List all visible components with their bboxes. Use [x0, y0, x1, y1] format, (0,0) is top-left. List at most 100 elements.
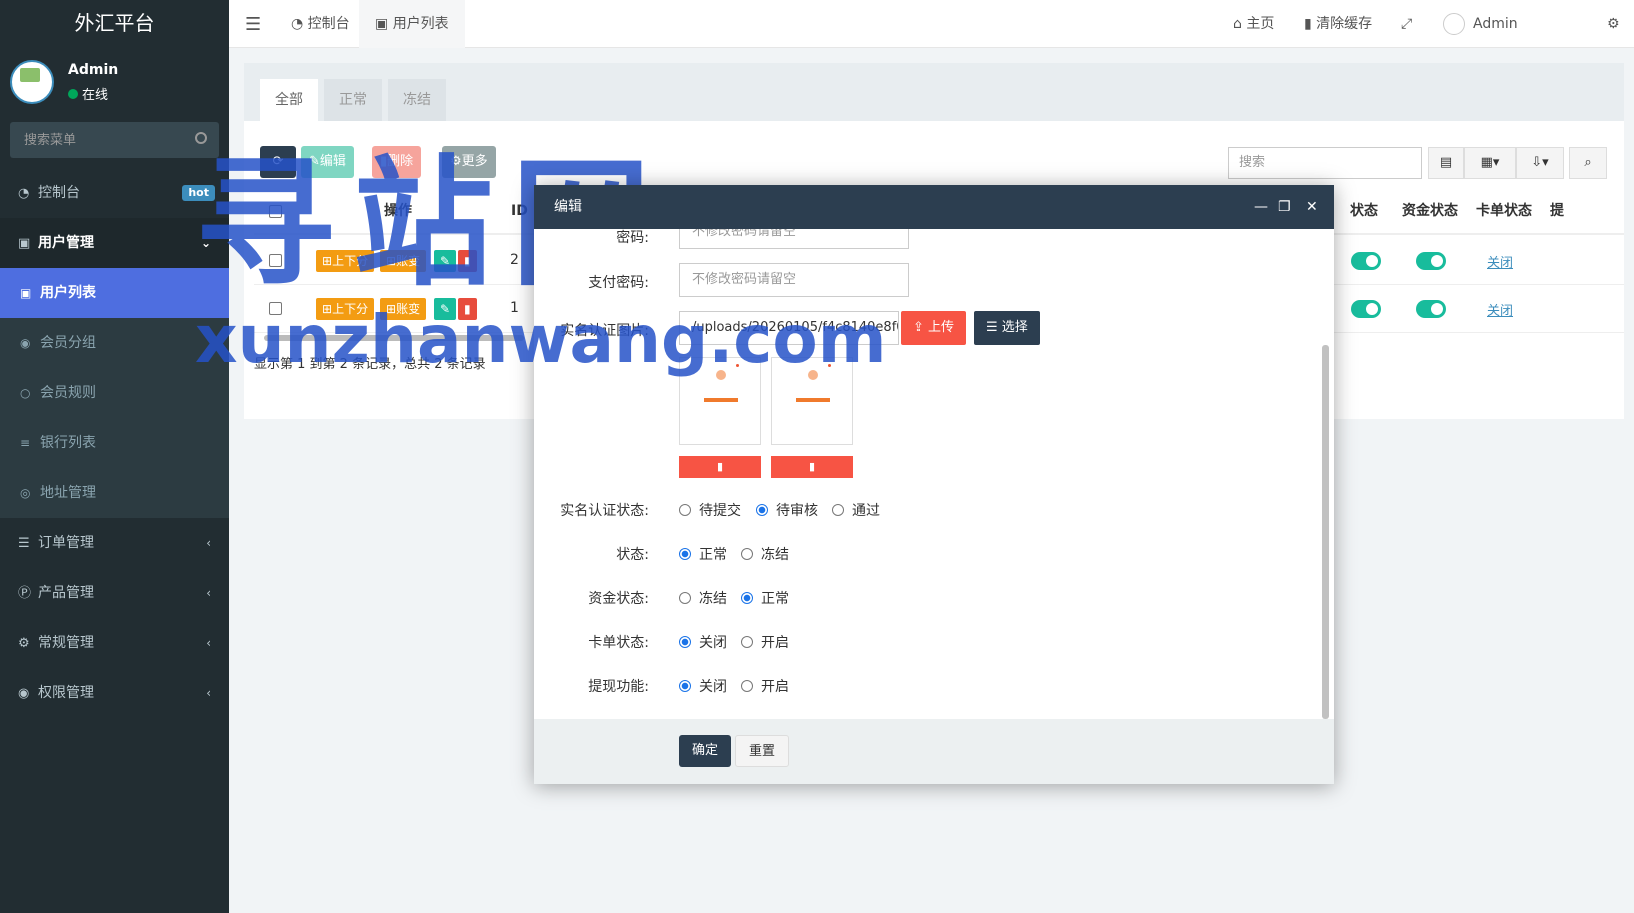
export-dropdown-icon[interactable]: ⇩▾	[1516, 147, 1564, 179]
user-submenu: ▣ 用户列表 ◉ 会员分组 ○ 会员规则 ≡ 银行列表 ◎ 地址管理	[0, 268, 229, 518]
tab-dashboard[interactable]: ◔ 控制台	[275, 0, 366, 48]
avatar	[10, 60, 54, 104]
sidebar-item-products[interactable]: Ⓟ 产品管理 ‹	[0, 568, 229, 618]
row-checkbox[interactable]	[269, 254, 282, 267]
upload-button[interactable]: ⇪ 上传	[901, 311, 967, 345]
sidebar-item-orders[interactable]: ☰ 订单管理 ‹	[0, 518, 229, 568]
minimize-icon[interactable]: —	[1254, 185, 1268, 229]
radio-fund-normal[interactable]: 正常	[741, 588, 789, 608]
radio-card-closed[interactable]: 关闭	[679, 632, 727, 652]
cogs-icon: ⚙	[18, 636, 30, 651]
id-image-label: 实名认证图片:	[560, 323, 649, 339]
group-icon: ◉	[18, 686, 30, 701]
edit-button[interactable]: ✎编辑	[301, 146, 354, 178]
card-status-label: 卡单状态:	[588, 635, 649, 651]
balance-log-button[interactable]: ⊞账变	[380, 250, 427, 272]
fullscreen-icon[interactable]: ⤢	[1401, 0, 1412, 48]
trash-icon: ▮	[464, 302, 471, 316]
tab-all[interactable]: 全部	[260, 79, 318, 121]
menu-toggle-icon[interactable]: ☰	[245, 14, 261, 35]
delete-row-button[interactable]: ▮	[458, 250, 477, 272]
select-all-checkbox[interactable]	[269, 205, 282, 218]
adjust-balance-button[interactable]: ⊞上下分	[316, 298, 375, 320]
sidebar-item-member-rules[interactable]: ○ 会员规则	[0, 368, 229, 418]
modal-title: 编辑	[554, 199, 582, 215]
pay-password-input[interactable]: 不修改密码请留空	[679, 263, 909, 297]
columns-dropdown-icon[interactable]: ▦▾	[1464, 147, 1516, 179]
balance-log-button[interactable]: ⊞账变	[380, 298, 427, 320]
maximize-icon[interactable]: ❐	[1278, 185, 1291, 229]
table-search-input[interactable]: 搜索	[1228, 147, 1422, 179]
reset-button[interactable]: 重置	[735, 735, 790, 767]
sidebar-item-member-group[interactable]: ◉ 会员分组	[0, 318, 229, 368]
password-input[interactable]: 不修改密码请留空	[679, 229, 909, 249]
choose-button[interactable]: ☰ 选择	[974, 311, 1040, 345]
users-icon: ◉	[20, 336, 31, 350]
delete-button[interactable]: ▮删除	[372, 146, 422, 178]
radio-id-status-passed[interactable]: 通过	[832, 500, 880, 520]
adjust-balance-button[interactable]: ⊞上下分	[316, 250, 375, 272]
home-link[interactable]: ⌂ 主页	[1233, 0, 1274, 48]
home-icon: ⌂	[1233, 16, 1242, 32]
panel-tabs: 全部 正常 冻结	[244, 63, 1624, 121]
sidebar-item-permissions[interactable]: ◉ 权限管理 ‹	[0, 668, 229, 718]
brand-logo[interactable]: 外汇平台	[0, 0, 229, 48]
radio-fund-frozen[interactable]: 冻结	[679, 588, 727, 608]
delete-row-button[interactable]: ▮	[458, 298, 477, 320]
trash-icon: ▮	[464, 254, 471, 268]
sidebar-item-dashboard[interactable]: ◔ 控制台 hot	[0, 168, 229, 218]
dashboard-icon: ◔	[18, 186, 30, 201]
radio-status-frozen[interactable]: 冻结	[741, 544, 789, 564]
sidebar-item-user-list[interactable]: ▣ 用户列表	[0, 268, 229, 318]
search-icon[interactable]	[195, 132, 207, 144]
status-label: 状态:	[616, 547, 649, 563]
card-status-link[interactable]: 关闭	[1487, 300, 1513, 319]
password-label: 密码:	[616, 230, 649, 246]
col-fund-status: 资金状态	[1402, 203, 1458, 219]
sidebar-search-input[interactable]	[10, 122, 219, 158]
tab-frozen[interactable]: 冻结	[388, 79, 446, 121]
circle-icon: ○	[20, 386, 31, 400]
more-button[interactable]: ⚙更多	[442, 146, 496, 178]
modal-scrollbar[interactable]	[1322, 345, 1329, 719]
delete-image-button[interactable]: ▮	[771, 456, 853, 478]
row-checkbox[interactable]	[269, 302, 282, 315]
edit-row-button[interactable]: ✎	[434, 250, 457, 272]
close-icon[interactable]: ✕	[1306, 185, 1318, 229]
id-image-path-input[interactable]: /uploads/20260105/f4c8140e8f0a9	[679, 311, 899, 345]
radio-withdraw-closed[interactable]: 关闭	[679, 676, 727, 696]
radio-id-status-pending-submit[interactable]: 待提交	[679, 500, 741, 520]
horizontal-scrollbar[interactable]	[264, 335, 524, 341]
confirm-button[interactable]: 确定	[679, 735, 732, 767]
fund-status-toggle[interactable]	[1416, 252, 1446, 270]
id-image-thumbnail[interactable]	[771, 357, 853, 445]
user-name: Admin	[68, 62, 119, 78]
id-image-thumbnail[interactable]	[679, 357, 761, 445]
delete-image-button[interactable]: ▮	[679, 456, 761, 478]
tab-user-list[interactable]: ▣ 用户列表	[359, 0, 465, 48]
sidebar-item-bank-list[interactable]: ≡ 银行列表	[0, 418, 229, 468]
status-toggle[interactable]	[1351, 300, 1381, 318]
tab-normal[interactable]: 正常	[324, 79, 382, 121]
sidebar-item-user-management[interactable]: ▣ 用户管理 ⌄	[0, 218, 229, 268]
admin-menu[interactable]: Admin	[1443, 0, 1518, 48]
sidebar-item-address[interactable]: ◎ 地址管理	[0, 468, 229, 518]
edit-modal: 编辑 — ❐ ✕ 密码: 不修改密码请留空 支付密码: 不修改密码请留空 实名认…	[534, 185, 1334, 784]
trash-icon: ▮	[808, 460, 816, 473]
radio-card-open[interactable]: 开启	[741, 632, 789, 652]
online-dot-icon	[68, 89, 78, 99]
edit-row-button[interactable]: ✎	[434, 298, 457, 320]
radio-status-normal[interactable]: 正常	[679, 544, 727, 564]
toggle-view-icon[interactable]: ▤	[1428, 147, 1464, 179]
sidebar-item-general[interactable]: ⚙ 常规管理 ‹	[0, 618, 229, 668]
card-status-link[interactable]: 关闭	[1487, 252, 1513, 271]
refresh-button[interactable]: ⟳	[260, 146, 296, 178]
search-icon[interactable]: ⌕	[1569, 147, 1607, 179]
status-toggle[interactable]	[1351, 252, 1381, 270]
upload-icon: ⇪	[913, 320, 924, 335]
radio-withdraw-open[interactable]: 开启	[741, 676, 789, 696]
fund-status-toggle[interactable]	[1416, 300, 1446, 318]
clear-cache-link[interactable]: ▮ 清除缓存	[1304, 0, 1372, 48]
radio-id-status-reviewing[interactable]: 待审核	[756, 500, 818, 520]
settings-gear-icon[interactable]: ⚙	[1607, 0, 1620, 48]
